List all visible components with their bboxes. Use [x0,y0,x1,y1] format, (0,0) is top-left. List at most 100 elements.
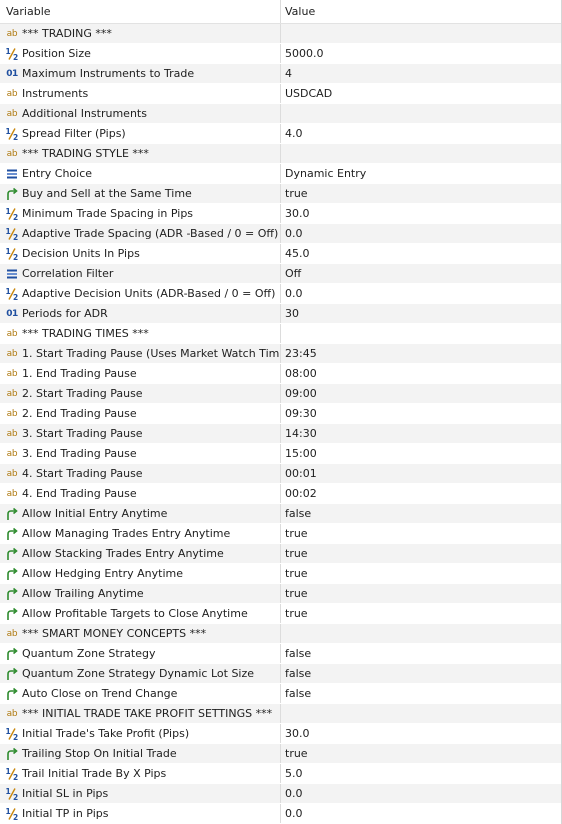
param-row[interactable]: Correlation Filter Off [0,264,561,284]
param-value-cell[interactable] [281,24,561,43]
param-value-cell[interactable]: 14:30 [281,424,561,443]
param-value-cell[interactable]: 23:45 [281,344,561,363]
double-type-icon: 12 [5,207,19,221]
string-type-icon: ab [6,88,18,99]
param-row[interactable]: ab *** INITIAL TRADE TAKE PROFIT SETTINGS… [0,704,561,724]
param-value-cell[interactable]: true [281,564,561,583]
param-row[interactable]: ab *** TRADING STYLE *** [0,144,561,164]
param-value-cell[interactable]: 0.0 [281,784,561,803]
svg-text:1: 1 [6,727,11,736]
svg-text:1: 1 [6,207,11,216]
param-row[interactable]: 1 2 Initial SL in Pips 0.0 [0,784,561,804]
param-row[interactable]: ab 2. Start Trading Pause 09:00 [0,384,561,404]
param-row[interactable]: 1 2 Minimum Trade Spacing in Pips 30.0 [0,204,561,224]
param-value-cell[interactable]: 0.0 [281,224,561,243]
param-row[interactable]: Quantum Zone Strategy Dynamic Lot Size fa… [0,664,561,684]
string-type-icon: ab [6,348,18,359]
param-value-cell[interactable]: Off [281,264,561,283]
param-value-cell[interactable]: 09:30 [281,404,561,423]
param-row[interactable]: ab 1. Start Trading Pause (Uses Market Wa… [0,344,561,364]
param-value-cell[interactable]: true [281,184,561,203]
param-row[interactable]: ab Instruments USDCAD [0,84,561,104]
param-value-cell[interactable]: 0.0 [281,284,561,303]
param-value-cell[interactable]: USDCAD [281,84,561,103]
param-row[interactable]: Allow Hedging Entry Anytime true [0,564,561,584]
param-value-cell[interactable]: true [281,604,561,623]
param-name-cell: 1 2 Initial SL in Pips [0,784,281,803]
param-value-cell[interactable]: true [281,524,561,543]
param-value-cell[interactable]: 4 [281,64,561,83]
svg-text:1: 1 [6,287,11,296]
param-value-cell[interactable]: 00:01 [281,464,561,483]
param-row[interactable]: Trailing Stop On Initial Trade true [0,744,561,764]
param-value-cell[interactable]: false [281,504,561,523]
param-row[interactable]: 1 2 Decision Units In Pips 45.0 [0,244,561,264]
param-value-cell[interactable] [281,324,561,343]
param-value-cell[interactable]: 30.0 [281,204,561,223]
column-header-value[interactable]: Value [281,0,561,23]
param-row[interactable]: Allow Initial Entry Anytime false [0,504,561,524]
param-value-cell[interactable] [281,704,561,723]
param-value-cell[interactable]: 00:02 [281,484,561,503]
param-row[interactable]: 01 Maximum Instruments to Trade 4 [0,64,561,84]
param-row[interactable]: ab *** TRADING TIMES *** [0,324,561,344]
param-value-cell[interactable]: false [281,684,561,703]
bool-type-icon [5,587,19,601]
param-value-cell[interactable]: 5.0 [281,764,561,783]
column-header-variable[interactable]: Variable [0,0,281,23]
param-name-cell: ab 2. Start Trading Pause [0,384,281,403]
param-row[interactable]: 1 2 Trail Initial Trade By X Pips 5.0 [0,764,561,784]
param-row[interactable]: Allow Managing Trades Entry Anytime true [0,524,561,544]
param-value-cell[interactable] [281,144,561,163]
param-value-cell[interactable]: 45.0 [281,244,561,263]
param-row[interactable]: 01 Periods for ADR 30 [0,304,561,324]
param-row[interactable]: ab *** TRADING *** [0,24,561,44]
param-row[interactable]: ab 4. Start Trading Pause 00:01 [0,464,561,484]
param-row[interactable]: 1 2 Adaptive Trade Spacing (ADR -Based / 0… [0,224,561,244]
param-row[interactable]: ab Additional Instruments [0,104,561,124]
param-row[interactable]: 1 2 Initial Trade's Take Profit (Pips) 30.0 [0,724,561,744]
param-name-cell: ab 4. End Trading Pause [0,484,281,503]
param-row[interactable]: ab 4. End Trading Pause 00:02 [0,484,561,504]
param-value-cell[interactable]: 09:00 [281,384,561,403]
param-value-cell[interactable]: false [281,664,561,683]
param-row[interactable]: 1 2 Initial TP in Pips 0.0 [0,804,561,824]
bool-type-icon [5,187,19,201]
param-row[interactable]: Buy and Sell at the Same Time true [0,184,561,204]
param-value-cell[interactable]: 4.0 [281,124,561,143]
param-name: Allow Hedging Entry Anytime [22,566,183,580]
param-row[interactable]: Allow Profitable Targets to Close Anytim… [0,604,561,624]
param-value-cell[interactable]: true [281,744,561,763]
param-row[interactable]: 1 2 Adaptive Decision Units (ADR-Based / 0… [0,284,561,304]
param-row[interactable]: ab 1. End Trading Pause 08:00 [0,364,561,384]
param-name-cell: ab *** SMART MONEY CONCEPTS *** [0,624,281,643]
param-value-cell[interactable]: 30.0 [281,724,561,743]
param-value-cell[interactable]: 15:00 [281,444,561,463]
param-value-cell[interactable] [281,104,561,123]
param-row[interactable]: ab 3. End Trading Pause 15:00 [0,444,561,464]
param-row[interactable]: ab 2. End Trading Pause 09:30 [0,404,561,424]
param-value-cell[interactable]: 30 [281,304,561,323]
param-value-cell[interactable]: Dynamic Entry [281,164,561,183]
param-row[interactable]: Allow Trailing Anytime true [0,584,561,604]
param-row[interactable]: Quantum Zone Strategy false [0,644,561,664]
param-name: Buy and Sell at the Same Time [22,186,192,200]
param-value-cell[interactable]: true [281,544,561,563]
param-row[interactable]: Auto Close on Trend Change false [0,684,561,704]
param-name: Quantum Zone Strategy Dynamic Lot Size [22,666,255,680]
param-row[interactable]: Allow Stacking Trades Entry Anytime true [0,544,561,564]
param-row[interactable]: ab 3. Start Trading Pause 14:30 [0,424,561,444]
param-name-cell: Allow Trailing Anytime [0,584,281,603]
param-value-cell[interactable]: 08:00 [281,364,561,383]
param-name-cell: 1 2 Decision Units In Pips [0,244,281,263]
param-row[interactable]: 1 2 Spread Filter (Pips) 4.0 [0,124,561,144]
param-value-cell[interactable] [281,624,561,643]
param-row[interactable]: 1 2 Position Size 5000.0 [0,44,561,64]
param-value-cell[interactable]: 5000.0 [281,44,561,63]
param-row[interactable]: Entry Choice Dynamic Entry [0,164,561,184]
param-value-cell[interactable]: true [281,584,561,603]
string-type-icon: ab [6,408,18,419]
param-value-cell[interactable]: false [281,644,561,663]
param-row[interactable]: ab *** SMART MONEY CONCEPTS *** [0,624,561,644]
param-value-cell[interactable]: 0.0 [281,804,561,823]
